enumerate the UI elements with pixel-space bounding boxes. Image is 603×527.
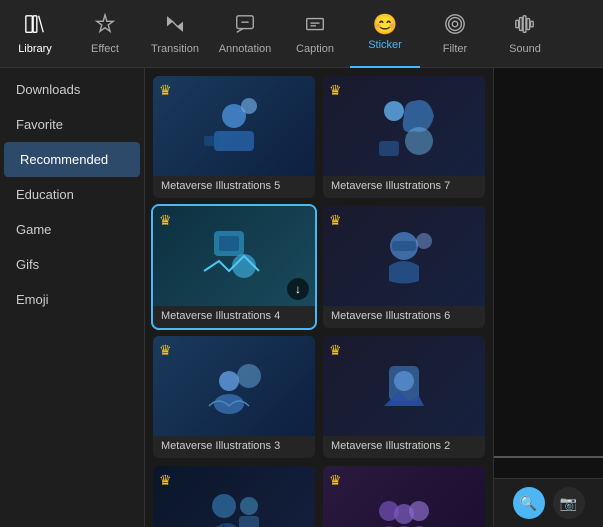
- toolbar-label-sound: Sound: [509, 43, 541, 55]
- toolbar: Library Effect Transition Annotation: [0, 0, 603, 68]
- sticker-card-1[interactable]: ♛ Metaverse Illustrations 5: [153, 76, 315, 198]
- download-badge-3: ↓: [287, 278, 309, 300]
- card-thumb-5: ♛: [153, 336, 315, 436]
- toolbar-item-annotation[interactable]: Annotation: [210, 0, 280, 68]
- sidebar-item-gifs[interactable]: Gifs: [0, 247, 144, 282]
- toolbar-label-caption: Caption: [296, 43, 334, 55]
- toolbar-label-annotation: Annotation: [219, 43, 272, 55]
- toolbar-label-sticker: Sticker: [368, 39, 402, 51]
- sticker-card-7[interactable]: ♛ Metaverse Illustrations 1: [153, 466, 315, 527]
- crown-icon-8: ♛: [329, 472, 342, 489]
- crown-icon-5: ♛: [159, 342, 172, 359]
- card-thumb-6: ♛: [323, 336, 485, 436]
- crown-icon-6: ♛: [329, 342, 342, 359]
- crown-icon-2: ♛: [329, 82, 342, 99]
- right-panel: 🔍 📷: [493, 68, 603, 527]
- card-label-4: Metaverse Illustrations 6: [323, 306, 485, 328]
- preview-timeline-line: [494, 456, 603, 458]
- sidebar-item-game[interactable]: Game: [0, 212, 144, 247]
- camera-button[interactable]: 📷: [553, 487, 585, 519]
- toolbar-label-transition: Transition: [151, 43, 199, 55]
- card-thumb-2: ♛: [323, 76, 485, 176]
- main-area: Downloads Favorite Recommended Education…: [0, 68, 603, 527]
- sound-icon: [514, 13, 536, 39]
- card-thumb-8: ♛: [323, 466, 485, 527]
- card-label-1: Metaverse Illustrations 5: [153, 176, 315, 198]
- toolbar-item-transition[interactable]: Transition: [140, 0, 210, 68]
- sidebar-item-downloads[interactable]: Downloads: [0, 72, 144, 107]
- content-area: ♛ Metaverse Illustrations 5 ♛: [145, 68, 493, 527]
- card-label-3: Metaverse Illustrations 4: [153, 306, 315, 328]
- crown-icon-1: ♛: [159, 82, 172, 99]
- sidebar-item-favorite[interactable]: Favorite: [0, 107, 144, 142]
- toolbar-item-filter[interactable]: Filter: [420, 0, 490, 68]
- crown-icon-3: ♛: [159, 212, 172, 229]
- sidebar: Downloads Favorite Recommended Education…: [0, 68, 145, 527]
- toolbar-item-sound[interactable]: Sound: [490, 0, 560, 68]
- camera-icon: 📷: [560, 495, 577, 512]
- sticker-icon: 😊: [373, 15, 398, 35]
- crown-icon-4: ♛: [329, 212, 342, 229]
- library-icon: [24, 13, 46, 39]
- sidebar-item-recommended[interactable]: Recommended: [4, 142, 140, 177]
- sticker-card-4[interactable]: ♛ Metaverse Illustrations 6: [323, 206, 485, 328]
- card-thumb-3: ♛ ↓: [153, 206, 315, 306]
- transition-icon: [164, 13, 186, 39]
- toolbar-item-sticker[interactable]: 😊 Sticker: [350, 0, 420, 68]
- search-icon: 🔍: [520, 495, 537, 512]
- sticker-card-6[interactable]: ♛ Metaverse Illustrations 2: [323, 336, 485, 458]
- toolbar-label-filter: Filter: [443, 43, 467, 55]
- effect-icon: [94, 13, 116, 39]
- toolbar-item-library[interactable]: Library: [0, 0, 70, 68]
- card-label-2: Metaverse Illustrations 7: [323, 176, 485, 198]
- card-thumb-7: ♛: [153, 466, 315, 527]
- preview-bottom-bar: 🔍 📷: [494, 478, 603, 527]
- toolbar-item-caption[interactable]: Caption: [280, 0, 350, 68]
- toolbar-item-effect[interactable]: Effect: [70, 0, 140, 68]
- caption-icon: [304, 13, 326, 39]
- card-label-5: Metaverse Illustrations 3: [153, 436, 315, 458]
- sidebar-item-emoji[interactable]: Emoji: [0, 282, 144, 317]
- card-thumb-1: ♛: [153, 76, 315, 176]
- preview-area: [494, 68, 603, 478]
- annotation-icon: [234, 13, 256, 39]
- sidebar-item-education[interactable]: Education: [0, 177, 144, 212]
- sticker-card-3[interactable]: ♛ ↓ Metaverse Illustrations 4: [153, 206, 315, 328]
- toolbar-label-effect: Effect: [91, 43, 119, 55]
- sticker-card-5[interactable]: ♛ Metaverse Illustrations 3: [153, 336, 315, 458]
- search-button[interactable]: 🔍: [513, 487, 545, 519]
- filter-icon: [444, 13, 466, 39]
- card-label-6: Metaverse Illustrations 2: [323, 436, 485, 458]
- crown-icon-7: ♛: [159, 472, 172, 489]
- card-thumb-4: ♛: [323, 206, 485, 306]
- sticker-grid: ♛ Metaverse Illustrations 5 ♛: [153, 76, 485, 527]
- sticker-card-8[interactable]: ♛ Mask Man: [323, 466, 485, 527]
- sticker-card-2[interactable]: ♛ Metaverse Illustrations 7: [323, 76, 485, 198]
- toolbar-label-library: Library: [18, 43, 52, 55]
